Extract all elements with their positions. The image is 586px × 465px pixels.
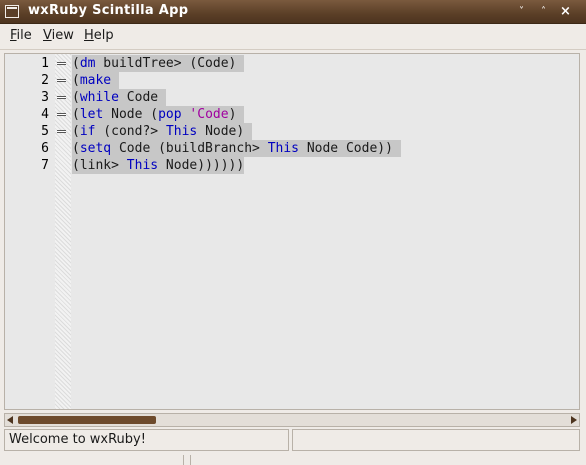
scroll-left-arrow-icon[interactable] xyxy=(7,416,13,424)
code-line[interactable]: 2 (make xyxy=(5,72,575,89)
menu-help-mnemonic: H xyxy=(84,28,94,43)
code-keyword: pop xyxy=(158,107,182,122)
code-quoted-symbol: 'Code xyxy=(189,107,229,122)
code-token: ( xyxy=(72,73,80,88)
close-button[interactable]: × xyxy=(557,4,574,19)
fold-marker-icon[interactable] xyxy=(57,62,66,65)
code-editor[interactable]: 1 (dm buildTree> (Code) 2 (make 3 (while Co… xyxy=(4,53,580,410)
code-line[interactable]: 7 (link> This Node)))))) xyxy=(5,157,575,174)
menu-view[interactable]: View xyxy=(43,28,74,43)
status-field-secondary xyxy=(292,429,580,451)
code-token: Node ( xyxy=(103,107,159,122)
code-token: (link> xyxy=(72,158,127,173)
menu-view-mnemonic: V xyxy=(43,28,52,43)
code-token: buildTree> (Code) xyxy=(95,56,245,71)
line-number: 6 xyxy=(41,141,49,156)
code-line[interactable]: 6 (setq Code (buildBranch> This Node Code… xyxy=(5,140,575,157)
code-token: Node) xyxy=(197,124,253,139)
code-token: ( xyxy=(72,107,80,122)
line-number: 1 xyxy=(41,56,49,71)
title-bar[interactable]: wxRuby Scintilla App ˅ ˄ × xyxy=(0,0,586,24)
line-number: 2 xyxy=(41,73,49,88)
code-text[interactable]: (while Code xyxy=(72,89,166,106)
fold-marker-icon[interactable] xyxy=(57,79,66,82)
menu-help[interactable]: Help xyxy=(84,28,114,43)
line-number: 7 xyxy=(41,158,49,173)
code-keyword: make xyxy=(79,73,112,88)
code-text[interactable]: (make xyxy=(72,72,119,89)
code-text[interactable]: (let Node (pop 'Code) xyxy=(72,106,245,123)
code-line[interactable]: 1 (dm buildTree> (Code) xyxy=(5,55,575,72)
code-text[interactable]: (link> This Node)))))) xyxy=(72,157,245,174)
code-token: ( xyxy=(72,90,80,105)
menu-bar: File View Help xyxy=(0,24,586,50)
code-text[interactable]: (if (cond?> This Node) xyxy=(72,123,253,140)
horizontal-scrollbar[interactable] xyxy=(4,413,580,427)
scroll-thumb[interactable] xyxy=(18,416,156,424)
minimize-button[interactable]: ˅ xyxy=(513,4,530,19)
status-bar: Welcome to wxRuby! xyxy=(0,429,586,453)
code-line[interactable]: 3 (while Code xyxy=(5,89,575,106)
menu-file[interactable]: File xyxy=(10,28,32,43)
window-menu-icon[interactable] xyxy=(5,5,19,18)
code-keyword: This xyxy=(126,158,159,173)
status-field-message: Welcome to wxRuby! xyxy=(4,429,289,451)
code-token: (cond?> xyxy=(95,124,166,139)
fold-marker-icon[interactable] xyxy=(57,113,66,116)
code-keyword: setq xyxy=(79,141,112,156)
code-keyword: if xyxy=(79,124,96,139)
line-number: 3 xyxy=(41,90,49,105)
status-divider xyxy=(190,455,191,465)
code-token: ( xyxy=(72,56,80,71)
line-number: 4 xyxy=(41,107,49,122)
code-text[interactable]: (dm buildTree> (Code) xyxy=(72,55,245,72)
code-token: Code xyxy=(118,90,166,105)
code-keyword: This xyxy=(267,141,299,156)
code-token: ( xyxy=(72,124,80,139)
menu-help-label: elp xyxy=(93,28,114,43)
maximize-button[interactable]: ˄ xyxy=(535,4,552,19)
code-token: ( xyxy=(72,141,80,156)
code-token: Node)))))) xyxy=(158,158,245,173)
fold-marker-icon[interactable] xyxy=(57,130,66,133)
code-keyword: dm xyxy=(79,56,96,71)
code-token: ) xyxy=(228,107,245,122)
code-token: Node Code)) xyxy=(299,141,401,156)
code-keyword: let xyxy=(79,107,104,122)
code-line[interactable]: 4 (let Node (pop 'Code) xyxy=(5,106,575,123)
status-divider xyxy=(183,455,184,465)
code-token: Code (buildBranch> xyxy=(111,141,268,156)
menu-view-label: iew xyxy=(51,28,74,43)
code-text[interactable]: (setq Code (buildBranch> This Node Code)… xyxy=(72,140,401,157)
line-number: 5 xyxy=(41,124,49,139)
code-keyword: while xyxy=(79,90,119,105)
code-line[interactable]: 5 (if (cond?> This Node) xyxy=(5,123,575,140)
fold-marker-icon[interactable] xyxy=(57,96,66,99)
code-keyword: This xyxy=(165,124,198,139)
window-title: wxRuby Scintilla App xyxy=(28,3,189,18)
menu-file-label: ile xyxy=(16,28,32,43)
scroll-right-arrow-icon[interactable] xyxy=(571,416,577,424)
